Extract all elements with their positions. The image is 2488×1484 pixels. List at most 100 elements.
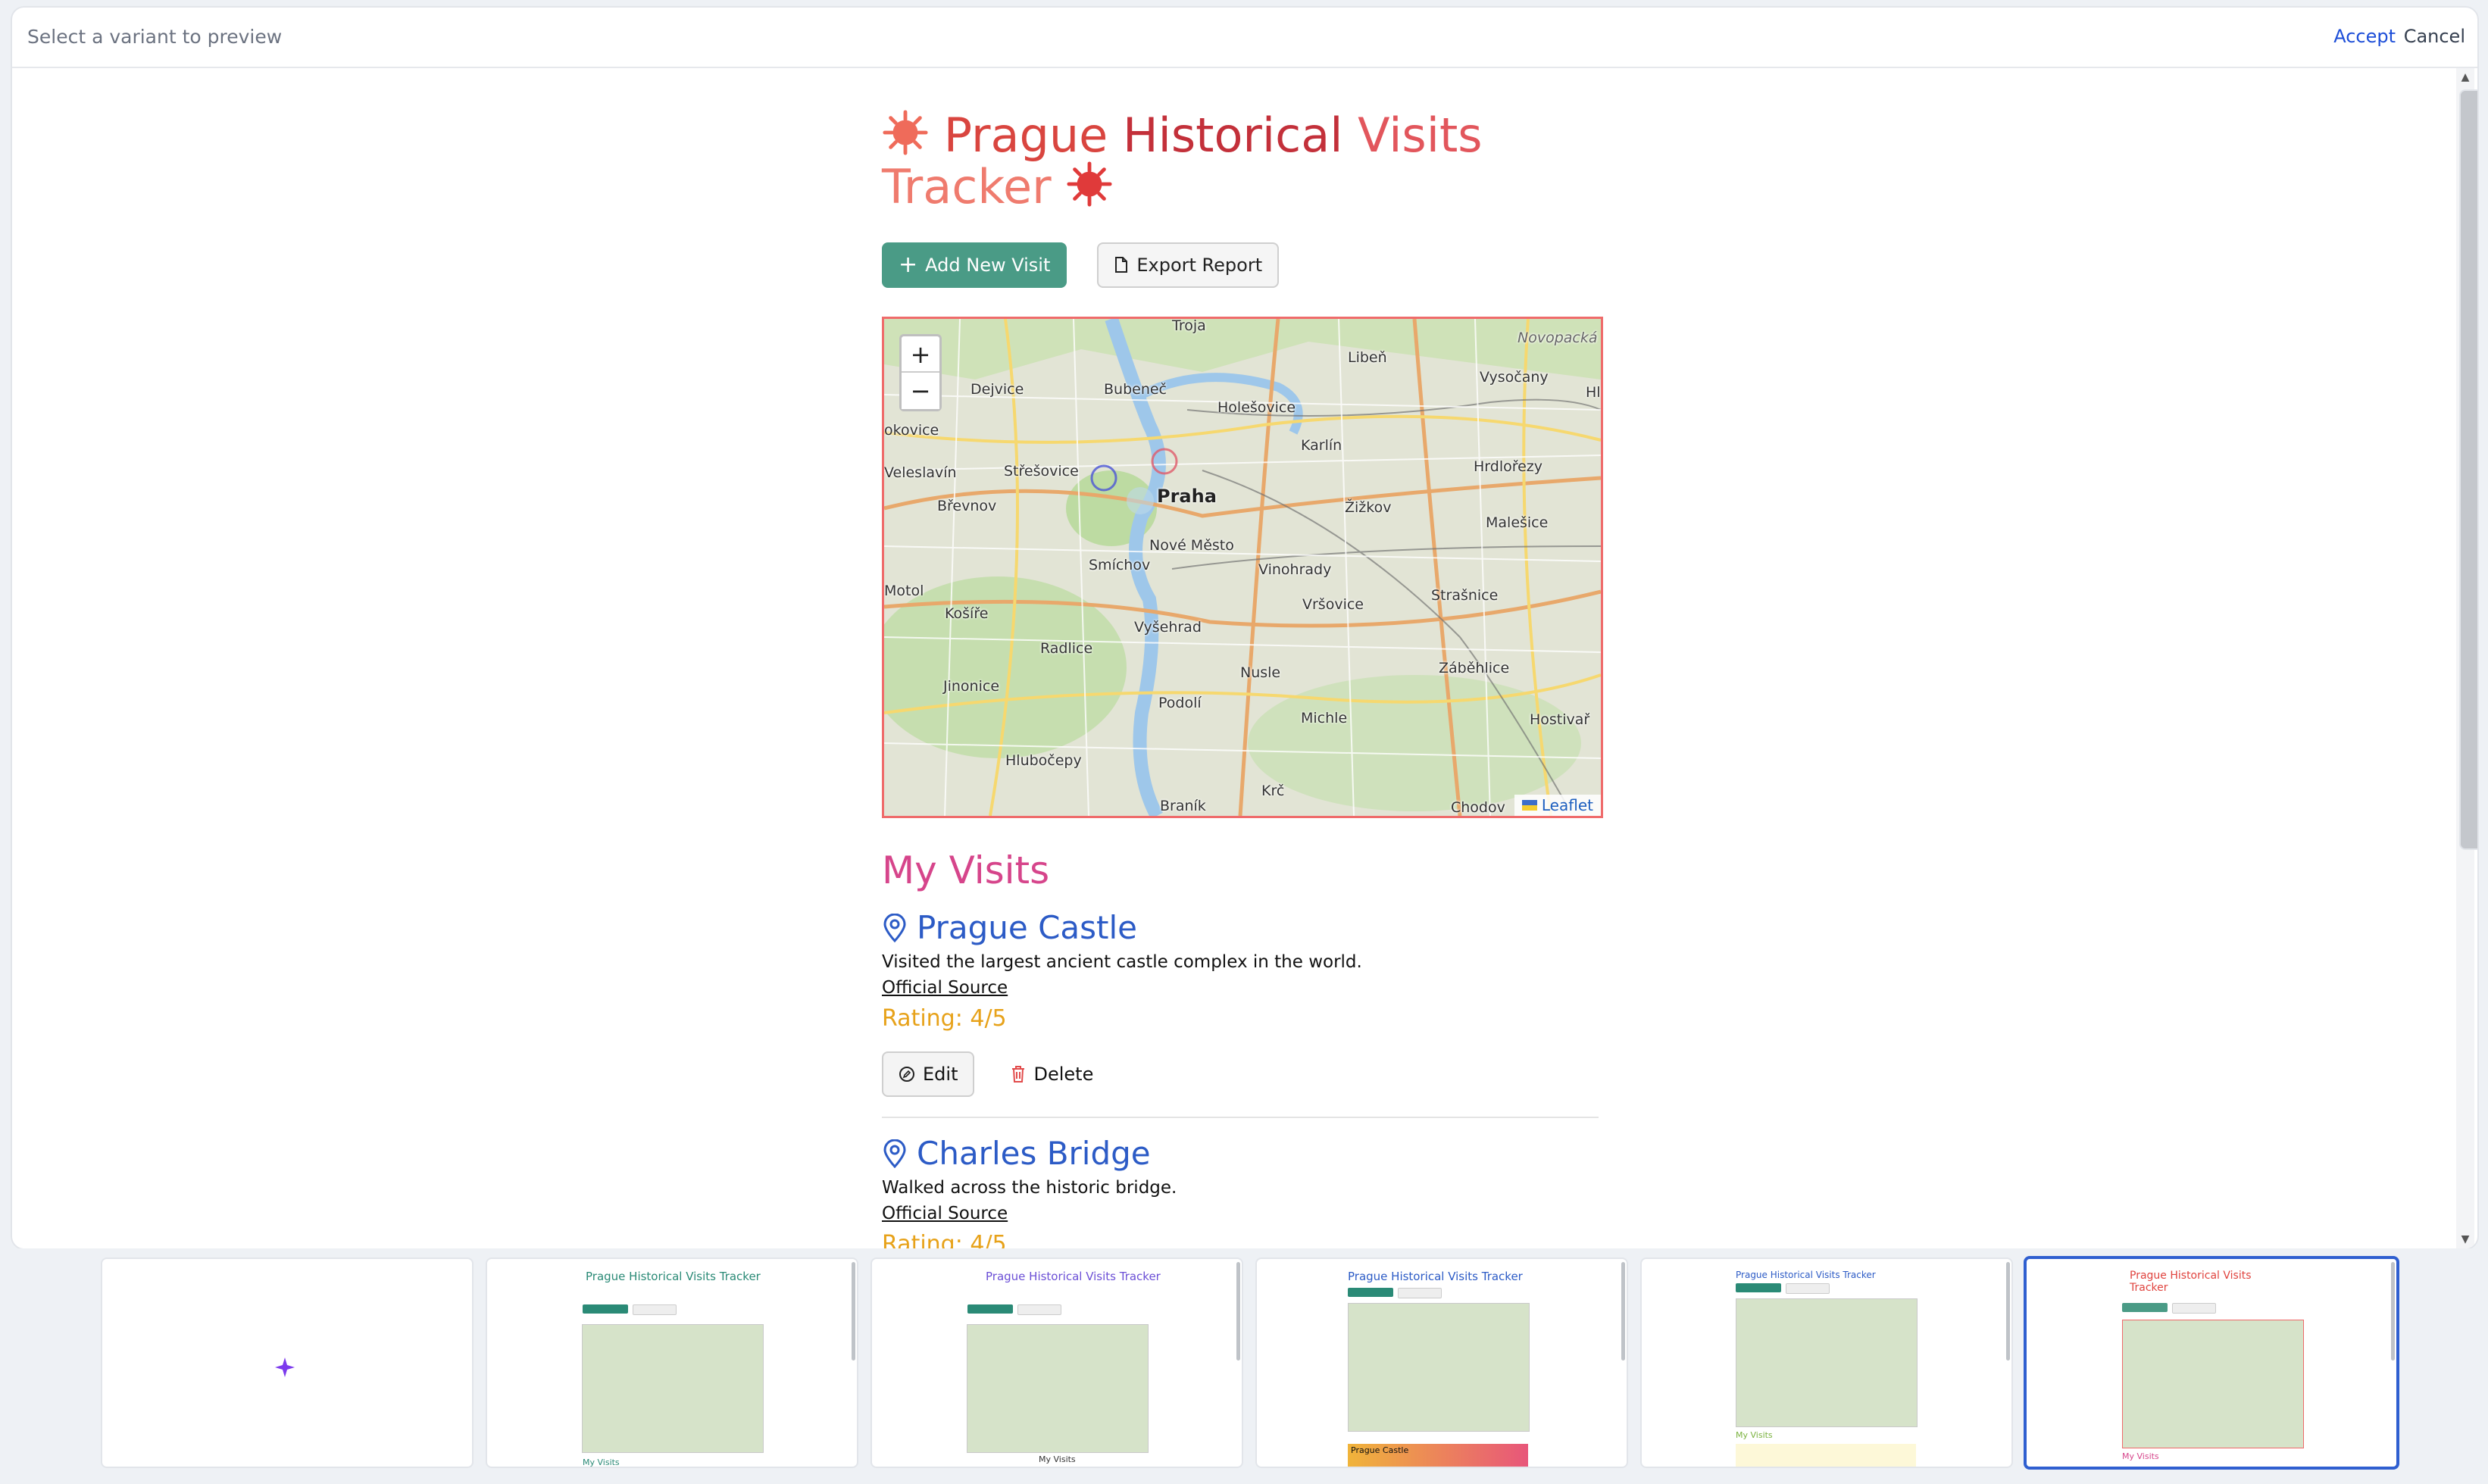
- variant-thumbnail[interactable]: Prague Historical Visits Tracker My Visi…: [486, 1257, 858, 1468]
- scroll-up-arrow-icon[interactable]: ▲: [2456, 70, 2474, 85]
- file-export-icon: [1115, 257, 1128, 273]
- map-label: Bubeneč: [1104, 381, 1167, 398]
- thumbnail-section: My Visits: [1736, 1430, 1773, 1440]
- map-label: Strašnice: [1431, 587, 1499, 604]
- plus-icon: +: [899, 251, 918, 278]
- map-label: Malešice: [1486, 514, 1549, 531]
- variant-strip: Prague Historical Visits Tracker My Visi…: [0, 1248, 2488, 1484]
- map-pin-icon: [883, 1139, 906, 1168]
- visits-map[interactable]: Troja Novopacká Libeň Dejvice Bubeneč Vy…: [882, 317, 1603, 818]
- variant-thumbnail-selected[interactable]: Prague Historical Visits Tracker My Visi…: [2024, 1256, 2399, 1470]
- map-label: Veleslavín: [884, 464, 957, 481]
- scroll-down-arrow-icon[interactable]: ▼: [2456, 1232, 2474, 1247]
- visit-name: Charles Bridge: [917, 1135, 1151, 1172]
- visit-title: Charles Bridge: [882, 1135, 1609, 1172]
- thumbnail-scrollbar: [1236, 1262, 1240, 1361]
- zoom-control: + −: [899, 334, 942, 411]
- add-visit-label: Add New Visit: [925, 255, 1051, 276]
- accept-button[interactable]: Accept: [2333, 26, 2396, 47]
- trash-icon: [1012, 1066, 1025, 1083]
- page-title: Prague Historical Visits Tracker: [882, 109, 1564, 212]
- map-label: Krč: [1261, 783, 1285, 799]
- thumbnail-buttons: [1348, 1288, 1442, 1298]
- title-word: Historical: [1123, 108, 1343, 163]
- variant-thumbnail[interactable]: Prague Historical Visits Tracker My Visi…: [870, 1257, 1243, 1468]
- variant-thumbnail[interactable]: Prague Historical Visits Tracker Prague …: [1255, 1257, 1628, 1468]
- delete-button[interactable]: Delete: [1005, 1051, 1099, 1097]
- thumbnail-map: [2122, 1320, 2304, 1448]
- scrollbar-thumb[interactable]: [2459, 89, 2477, 850]
- map-label: Radlice: [1040, 640, 1093, 657]
- action-row: + Add New Visit Export Report: [882, 242, 1609, 288]
- thumbnail-buttons: [2122, 1303, 2216, 1314]
- preview-toolbar: Select a variant to preview Accept Cance…: [12, 8, 2477, 68]
- zoom-in-button[interactable]: +: [902, 336, 939, 373]
- my-visits-heading: My Visits: [882, 848, 1050, 892]
- cancel-button[interactable]: Cancel: [2404, 26, 2465, 47]
- preview-scrollbar[interactable]: ▲ ▼: [2456, 68, 2477, 1248]
- visit-name: Prague Castle: [917, 909, 1137, 946]
- map-label: Chodov: [1451, 799, 1505, 816]
- map-label: Hostivař: [1530, 711, 1590, 728]
- ukraine-flag-icon: [1521, 800, 1537, 811]
- map-label: Hlubočepy: [1005, 752, 1082, 769]
- app-content: Prague Historical Visits Tracker + Add N…: [882, 109, 1609, 1248]
- thumbnail-card: [1736, 1444, 1916, 1467]
- map-label: Dejvice: [971, 381, 1024, 398]
- map-label: Motol: [884, 583, 924, 599]
- map-label: Vinohrady: [1258, 561, 1332, 578]
- official-source-link[interactable]: Official Source: [882, 978, 1008, 998]
- zoom-out-button[interactable]: −: [902, 373, 939, 409]
- map-label: Libeň: [1348, 349, 1387, 366]
- thumbnail-title: Prague Historical Visits Tracker: [586, 1270, 761, 1283]
- map-label: Nusle: [1240, 664, 1281, 681]
- export-report-label: Export Report: [1136, 255, 1263, 276]
- export-report-button[interactable]: Export Report: [1097, 242, 1280, 288]
- edit-label: Edit: [923, 1064, 958, 1085]
- edit-icon: [899, 1067, 914, 1082]
- title-word: Prague: [943, 108, 1108, 163]
- visit-description: Walked across the historic bridge.: [882, 1178, 1177, 1198]
- visit-rating: Rating: 4/5: [882, 1005, 1007, 1032]
- variant-thumbnail[interactable]: Prague Historical Visits Tracker My Visi…: [1640, 1257, 2013, 1468]
- variant-thumbnail[interactable]: [101, 1257, 474, 1468]
- thumbnail-section: Prague Castle: [1348, 1444, 1528, 1467]
- thumbnail-map: [1348, 1303, 1530, 1432]
- visit-actions: Edit Delete: [882, 1051, 1609, 1097]
- map-label: okovice: [884, 422, 939, 439]
- visit-rating: Rating: 4/5: [882, 1231, 1007, 1248]
- map-label: Břevnov: [937, 498, 997, 514]
- map-label: Troja: [1172, 317, 1206, 334]
- thumbnail-map: [967, 1324, 1149, 1453]
- visit-card: Prague Castle Visited the largest ancien…: [882, 909, 1609, 1118]
- visit-description: Visited the largest ancient castle compl…: [882, 952, 1362, 972]
- preview-viewport: Prague Historical Visits Tracker + Add N…: [12, 68, 2477, 1248]
- map-label: Holešovice: [1217, 399, 1296, 416]
- edit-button[interactable]: Edit: [882, 1051, 975, 1097]
- map-label: Karlín: [1301, 437, 1342, 454]
- virus-icon: [883, 110, 928, 155]
- map-label: Záběhlice: [1439, 660, 1510, 676]
- preview-hint: Select a variant to preview: [27, 26, 283, 48]
- thumbnail-scrollbar: [1621, 1262, 1625, 1361]
- thumbnail-scrollbar: [2006, 1262, 2010, 1361]
- thumbnail-title: Prague Historical Visits Tracker: [2130, 1270, 2252, 1294]
- sparkle-icon: [275, 1357, 295, 1377]
- thumbnail-title: Prague Historical Visits Tracker: [986, 1270, 1161, 1283]
- add-visit-button[interactable]: + Add New Visit: [882, 242, 1067, 288]
- map-label: Košíře: [945, 605, 989, 622]
- thumbnail-map: [1736, 1298, 1918, 1427]
- thumbnail-title: Prague Historical Visits Tracker: [1736, 1270, 1876, 1280]
- visit-title: Prague Castle: [882, 909, 1609, 946]
- thumbnail-section: My Visits: [583, 1457, 620, 1467]
- thumbnail-title: Prague Historical Visits Tracker: [1348, 1270, 1523, 1283]
- visit-divider: [882, 1117, 1599, 1118]
- thumbnail-buttons: [583, 1304, 677, 1315]
- map-label: Smíchov: [1089, 557, 1151, 573]
- title-word: Visits: [1358, 108, 1483, 163]
- official-source-link[interactable]: Official Source: [882, 1204, 1008, 1223]
- thumbnail-scrollbar: [852, 1262, 855, 1361]
- map-label: Braník: [1160, 798, 1206, 814]
- thumbnail-section: My Visits: [1039, 1454, 1076, 1464]
- leaflet-link[interactable]: Leaflet: [1542, 796, 1593, 814]
